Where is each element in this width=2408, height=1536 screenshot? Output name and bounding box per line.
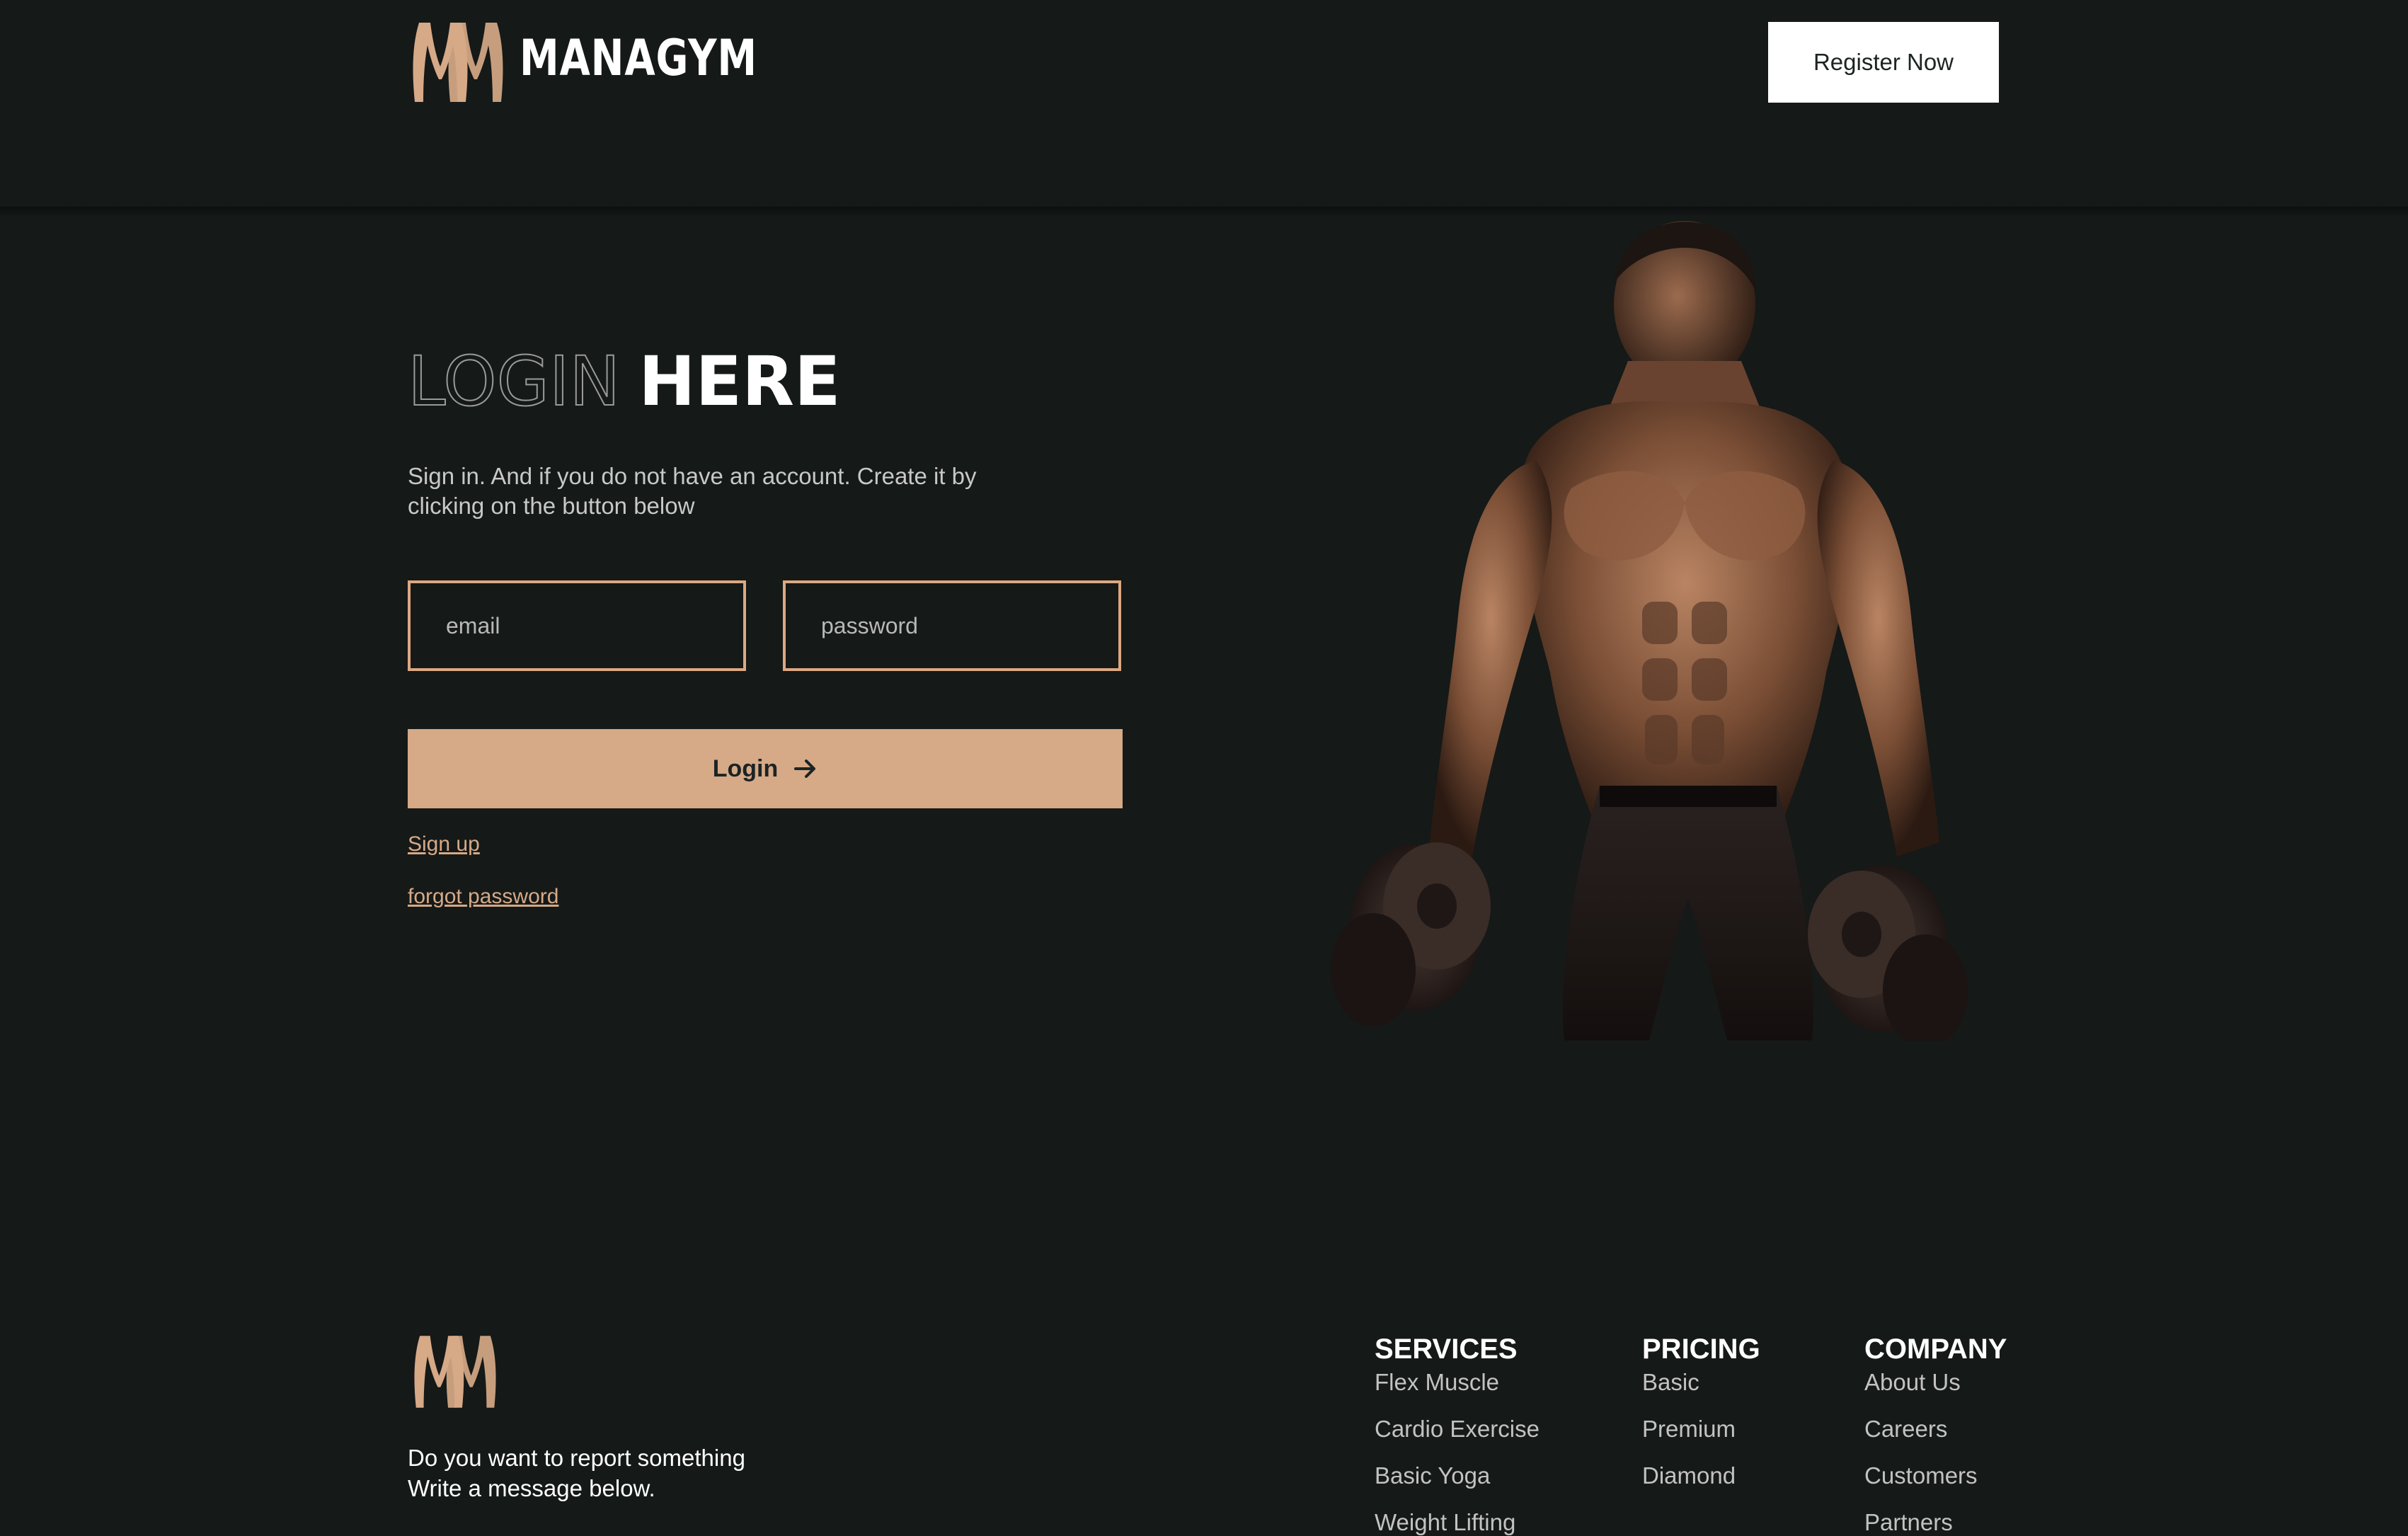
login-title-outline: LOGIN xyxy=(407,342,621,421)
report-line-2: Write a message below. xyxy=(408,1475,655,1501)
report-line-1: Do you want to report something xyxy=(408,1445,745,1471)
footer-link-customers[interactable]: Customers xyxy=(1864,1462,1978,1489)
footer-link-basic[interactable]: Basic xyxy=(1642,1369,1699,1396)
header-divider xyxy=(0,207,2408,217)
arrow-right-icon xyxy=(794,760,816,778)
footer-link-premium[interactable]: Premium xyxy=(1642,1416,1736,1443)
subtitle-line-2: clicking on the button below xyxy=(408,493,695,519)
services-heading: SERVICES xyxy=(1375,1334,1518,1365)
subtitle-line-1: Sign in. And if you do not have an accou… xyxy=(408,463,977,489)
login-button-label: Login xyxy=(712,755,779,782)
site-header xyxy=(0,0,2408,207)
footer-link-careers[interactable]: Careers xyxy=(1864,1416,1947,1443)
login-subtitle: Sign in. And if you do not have an accou… xyxy=(408,462,988,521)
forgot-password-link[interactable]: forgot password xyxy=(408,885,558,909)
footer-link-partners[interactable]: Partners xyxy=(1864,1509,1953,1536)
login-title-solid: HERE xyxy=(638,342,841,421)
pricing-heading: PRICING xyxy=(1642,1334,1760,1365)
brand-name[interactable]: MANAGYM xyxy=(520,30,757,86)
report-message: Do you want to report something Write a … xyxy=(408,1443,903,1503)
login-title: LOGIN HERE xyxy=(407,342,841,421)
company-heading: COMPANY xyxy=(1864,1334,2007,1365)
footer-link-weight-lifting[interactable]: Weight Lifting xyxy=(1375,1509,1515,1536)
email-input[interactable] xyxy=(408,580,746,671)
password-input[interactable] xyxy=(783,580,1121,671)
logo-mark-icon[interactable] xyxy=(406,17,510,108)
footer-logo-icon[interactable] xyxy=(406,1331,504,1413)
footer-link-about-us[interactable]: About Us xyxy=(1864,1369,1961,1396)
sign-up-link[interactable]: Sign up xyxy=(408,832,480,856)
footer-link-cardio-exercise[interactable]: Cardio Exercise xyxy=(1375,1416,1540,1443)
footer-link-diamond[interactable]: Diamond xyxy=(1642,1462,1736,1489)
footer-link-flex-muscle[interactable]: Flex Muscle xyxy=(1375,1369,1499,1396)
bodybuilder-image xyxy=(1331,221,1968,1041)
register-now-button[interactable]: Register Now xyxy=(1768,22,1999,103)
footer-link-basic-yoga[interactable]: Basic Yoga xyxy=(1375,1462,1490,1489)
login-button[interactable]: Login xyxy=(408,729,1123,808)
